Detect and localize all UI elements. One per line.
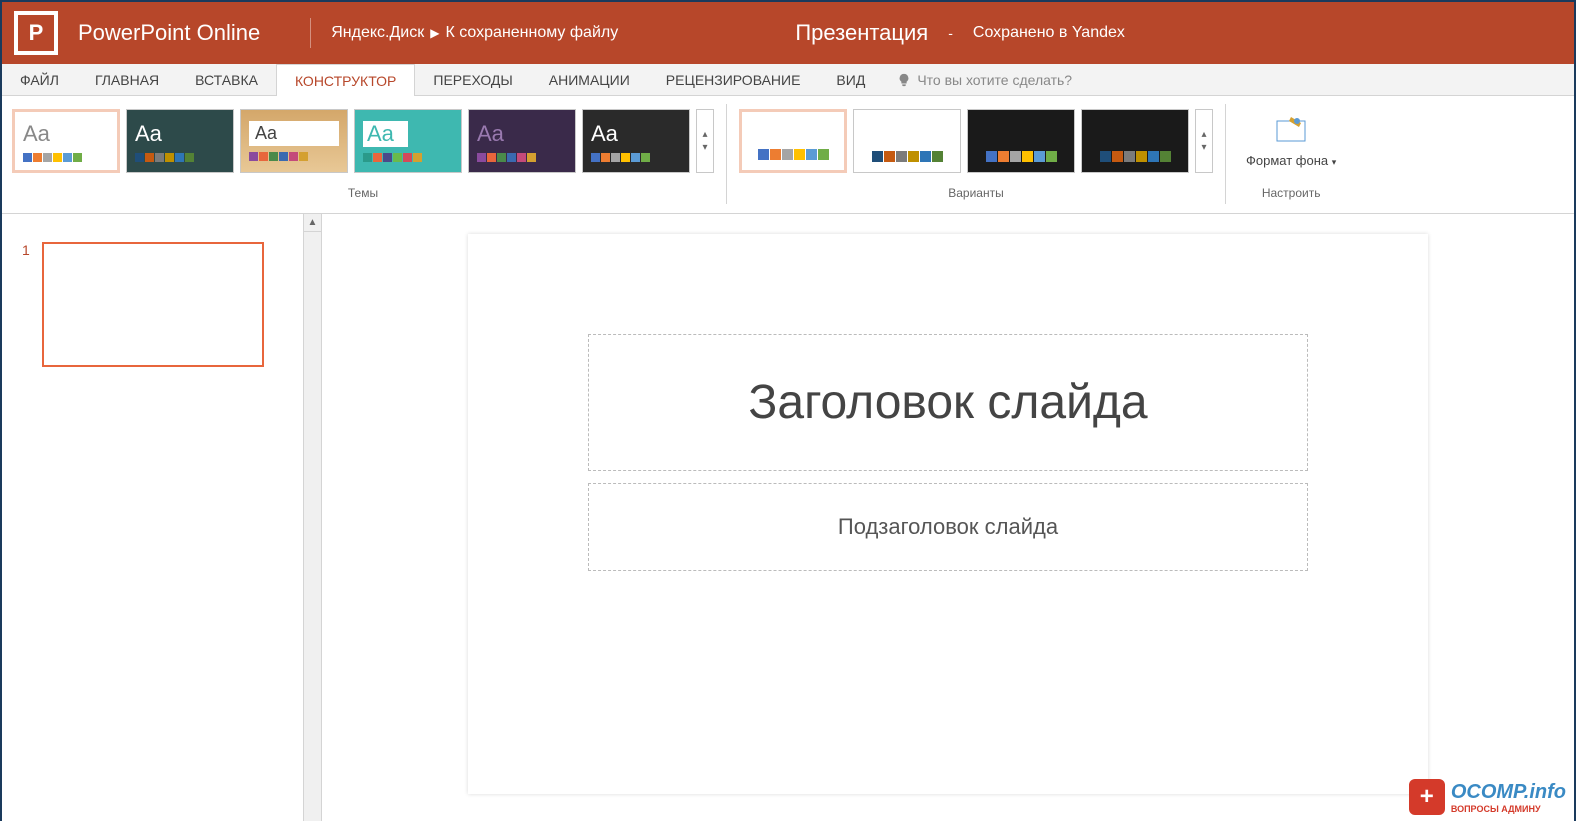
slide-thumbnail-panel: 1 ▲: [2, 214, 322, 821]
variant-2[interactable]: [853, 109, 961, 173]
title-bar: P PowerPoint Online Яндекс.Диск ▶ К сохр…: [2, 2, 1574, 64]
main-area: 1 ▲ Заголовок слайда Подзаголовок слайда…: [2, 214, 1574, 821]
theme-facet[interactable]: Aa: [354, 109, 462, 173]
watermark-main: OCOMP.info: [1451, 781, 1566, 804]
panel-scrollbar[interactable]: ▲: [303, 214, 321, 821]
format-bg-label: Формат фона ▾: [1246, 153, 1336, 169]
ribbon-content: Aa Aa Aa Aa Aa Aa ▴▾: [2, 96, 1574, 214]
tell-me-search[interactable]: Что вы хотите сделать?: [883, 64, 1086, 95]
breadcrumb[interactable]: Яндекс.Диск ▶ К сохраненному файлу: [331, 24, 618, 42]
theme-wisp[interactable]: Aa: [468, 109, 576, 173]
variant-3[interactable]: [967, 109, 1075, 173]
tab-view[interactable]: ВИД: [818, 64, 883, 95]
themes-label: Темы: [348, 186, 378, 200]
app-icon: P: [14, 11, 58, 55]
scroll-up-icon[interactable]: ▲: [304, 214, 321, 232]
slide-number: 1: [22, 242, 30, 367]
watermark: + OCOMP.info ВОПРОСЫ АДМИНУ: [1409, 779, 1566, 815]
variant-1[interactable]: [739, 109, 847, 173]
tab-transitions[interactable]: ПЕРЕХОДЫ: [415, 64, 530, 95]
slide-thumbnail-item[interactable]: 1: [22, 242, 301, 367]
tab-home[interactable]: ГЛАВНАЯ: [77, 64, 177, 95]
chevron-up-icon: ▴: [702, 129, 707, 140]
theme-retrospect[interactable]: Aa: [582, 109, 690, 173]
slide-canvas[interactable]: Заголовок слайда Подзаголовок слайда: [468, 234, 1428, 794]
document-name[interactable]: Презентация: [795, 20, 928, 46]
customize-label: Настроить: [1262, 186, 1321, 200]
ribbon-tabs: ФАЙЛ ГЛАВНАЯ ВСТАВКА КОНСТРУКТОР ПЕРЕХОД…: [2, 64, 1574, 96]
watermark-sub: ВОПРОСЫ АДМИНУ: [1451, 804, 1566, 814]
theme-ion[interactable]: Aa: [126, 109, 234, 173]
dash: -: [948, 25, 953, 41]
ribbon-group-variants: ▴▾ Варианты: [735, 100, 1217, 213]
chevron-up-icon: ▴: [1201, 129, 1206, 140]
tab-insert[interactable]: ВСТАВКА: [177, 64, 276, 95]
tab-animations[interactable]: АНИМАЦИИ: [531, 64, 648, 95]
saved-status: Сохранено в Yandex: [973, 24, 1125, 42]
lightbulb-icon: [897, 73, 911, 87]
breadcrumb-location[interactable]: Яндекс.Диск: [331, 24, 424, 42]
separator: [310, 18, 311, 48]
breadcrumb-file[interactable]: К сохраненному файлу: [445, 24, 618, 42]
theme-organic[interactable]: Aa: [240, 109, 348, 173]
chevron-right-icon: ▶: [430, 26, 439, 40]
variant-4[interactable]: [1081, 109, 1189, 173]
slide-title-placeholder[interactable]: Заголовок слайда: [588, 334, 1308, 471]
app-name: PowerPoint Online: [78, 20, 260, 46]
variants-label: Варианты: [948, 186, 1003, 200]
slide-title-text[interactable]: Заголовок слайда: [609, 375, 1287, 430]
slide-subtitle-text[interactable]: Подзаголовок слайда: [609, 514, 1287, 540]
slide-editor: Заголовок слайда Подзаголовок слайда + O…: [322, 214, 1574, 821]
separator: [726, 104, 727, 204]
slide-subtitle-placeholder[interactable]: Подзаголовок слайда: [588, 483, 1308, 571]
tab-file[interactable]: ФАЙЛ: [2, 64, 77, 95]
separator: [1225, 104, 1226, 204]
slide-mini-preview[interactable]: [42, 242, 264, 367]
theme-office[interactable]: Aa: [12, 109, 120, 173]
chevron-down-icon: ▾: [1201, 142, 1206, 153]
tell-me-placeholder: Что вы хотите сделать?: [917, 72, 1072, 88]
themes-more-button[interactable]: ▴▾: [696, 109, 714, 173]
chevron-down-icon: ▾: [702, 142, 707, 153]
tab-review[interactable]: РЕЦЕНЗИРОВАНИЕ: [648, 64, 819, 95]
chevron-down-icon: ▾: [1332, 157, 1337, 167]
ribbon-group-customize: Формат фона ▾ Настроить: [1234, 100, 1348, 213]
tab-design[interactable]: КОНСТРУКТОР: [276, 64, 415, 96]
ribbon-group-themes: Aa Aa Aa Aa Aa Aa ▴▾: [8, 100, 718, 213]
format-background-button[interactable]: Формат фона ▾: [1238, 109, 1344, 173]
variants-more-button[interactable]: ▴▾: [1195, 109, 1213, 173]
format-background-icon: [1273, 113, 1309, 149]
plus-icon: +: [1409, 779, 1445, 815]
title-center: Презентация - Сохранено в Yandex: [618, 20, 1302, 46]
